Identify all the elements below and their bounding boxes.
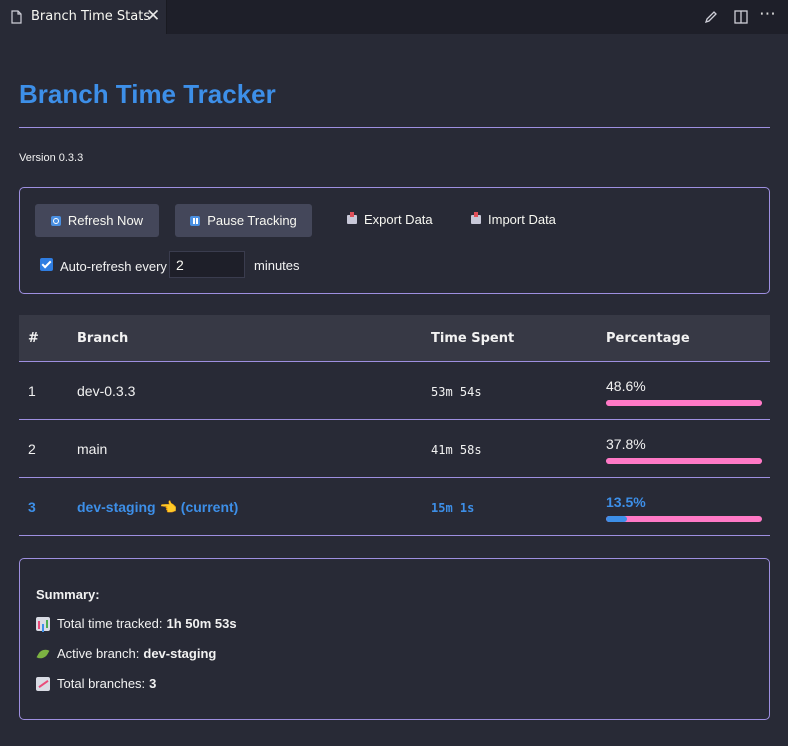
auto-refresh-checkbox[interactable]: [40, 258, 53, 271]
tab-title: Branch Time Stats: [31, 9, 151, 24]
summary-panel: Summary: Total time tracked: 1h 50m 53s …: [19, 558, 770, 720]
pause-tracking-label: Pause Tracking: [207, 213, 297, 228]
row-time: 15m 1s: [431, 501, 475, 515]
refresh-icon: [50, 215, 61, 226]
row-num: 2: [28, 441, 36, 457]
import-data-link[interactable]: Import Data: [471, 212, 556, 227]
controls-panel: Refresh Now Pause Tracking Export Data I…: [19, 187, 770, 294]
header-num: #: [28, 331, 39, 346]
outbox-tray-icon: [347, 212, 357, 224]
active-branch-value: dev-staging: [143, 646, 217, 661]
row-percentage: 37.8%: [606, 436, 646, 452]
import-data-label: Import Data: [488, 212, 556, 227]
percentage-bar: [606, 400, 762, 406]
table-row: 2 main 41m 58s 37.8%: [19, 420, 770, 478]
header-time-spent: Time Spent: [431, 331, 515, 346]
total-time-value: 1h 50m 53s: [166, 616, 237, 631]
percentage-bar: [606, 458, 762, 464]
herb-icon: [36, 647, 50, 661]
summary-active-branch: Active branch: dev-staging: [36, 646, 216, 661]
table-header: # Branch Time Spent Percentage: [19, 315, 770, 362]
pencil-icon[interactable]: [703, 9, 719, 25]
table-row-current: 3 dev-staging 👈 (current) 15m 1s 13.5%: [19, 478, 770, 536]
summary-total-time: Total time tracked: 1h 50m 53s: [36, 616, 237, 631]
row-time: 53m 54s: [431, 385, 482, 399]
file-icon: [11, 10, 22, 24]
summary-total-branches: Total branches: 3: [36, 676, 156, 691]
version-text: Version 0.3.3: [19, 152, 84, 164]
inbox-tray-icon: [471, 212, 481, 224]
total-time-label: Total time tracked:: [57, 616, 163, 631]
percentage-bar-fill: [606, 400, 762, 406]
percentage-bar-fill: [606, 516, 628, 522]
auto-refresh-label: Auto-refresh every: [60, 259, 167, 274]
header-percentage: Percentage: [606, 331, 690, 346]
refresh-now-button[interactable]: Refresh Now: [35, 204, 159, 237]
page-title: Branch Time Tracker: [19, 79, 276, 109]
trending-chart-icon: [36, 676, 50, 691]
row-branch: main: [77, 441, 108, 457]
export-data-link[interactable]: Export Data: [347, 212, 433, 227]
percentage-bar-fill: [606, 458, 762, 464]
editor-tab-bar: Branch Time Stats ✕ ⋯: [0, 0, 788, 34]
row-branch: dev-staging 👈 (current): [77, 499, 239, 515]
total-branches-value: 3: [149, 676, 157, 691]
row-branch: dev-0.3.3: [77, 383, 136, 399]
summary-heading: Summary:: [36, 587, 100, 602]
row-percentage: 48.6%: [606, 378, 646, 394]
pause-icon: [190, 215, 201, 226]
refresh-interval-input[interactable]: [169, 251, 245, 278]
split-editor-icon[interactable]: [733, 9, 749, 25]
row-num: 3: [28, 499, 36, 515]
percentage-bar: [606, 516, 762, 522]
pause-tracking-button[interactable]: Pause Tracking: [175, 204, 312, 237]
row-percentage: 13.5%: [606, 494, 646, 510]
table-row: 1 dev-0.3.3 53m 54s 48.6%: [19, 362, 770, 420]
branch-table: # Branch Time Spent Percentage 1 dev-0.3…: [19, 315, 770, 536]
bar-chart-icon: [36, 616, 50, 631]
row-time: 41m 58s: [431, 443, 482, 457]
total-branches-label: Total branches:: [57, 676, 146, 691]
row-num: 1: [28, 383, 36, 399]
minutes-label: minutes: [254, 258, 300, 273]
close-icon[interactable]: ✕: [146, 7, 160, 25]
tab-branch-time-stats[interactable]: Branch Time Stats ✕: [0, 0, 167, 34]
title-divider: [19, 127, 770, 128]
header-branch: Branch: [77, 331, 129, 346]
export-data-label: Export Data: [364, 212, 433, 227]
refresh-now-label: Refresh Now: [67, 213, 144, 228]
active-branch-label: Active branch:: [57, 646, 140, 661]
more-actions-icon[interactable]: ⋯: [759, 4, 777, 24]
